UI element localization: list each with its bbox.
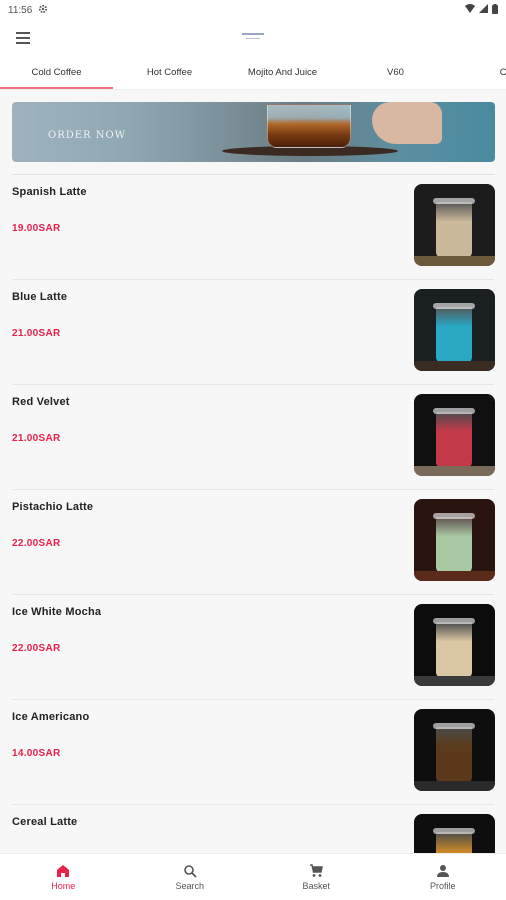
banner-hand-image xyxy=(372,102,442,144)
status-bar: 11:56 xyxy=(0,0,506,20)
battery-icon xyxy=(492,3,498,17)
list-item[interactable]: Blue Latte 21.00SAR xyxy=(12,280,495,385)
item-price: 21.00SAR xyxy=(12,433,61,444)
item-price: 14.00SAR xyxy=(12,748,61,759)
category-tabs: Cold Coffee Hot Coffee Mojito And Juice … xyxy=(0,56,506,90)
order-now-banner[interactable]: ORDER NOW xyxy=(12,102,495,162)
nav-search-label: Search xyxy=(175,880,205,891)
nav-home[interactable]: Home xyxy=(0,854,127,900)
item-name: Pistachio Latte xyxy=(12,501,94,513)
cart-icon xyxy=(310,863,324,877)
item-price: 19.00SAR xyxy=(12,223,61,234)
nav-search[interactable]: Search xyxy=(127,854,254,900)
item-name: Ice Americano xyxy=(12,711,90,723)
brand-logo xyxy=(238,30,268,44)
wifi-icon xyxy=(465,4,475,16)
item-image xyxy=(414,604,495,686)
hamburger-menu-icon[interactable] xyxy=(12,28,34,48)
item-name: Spanish Latte xyxy=(12,186,87,198)
item-name: Blue Latte xyxy=(12,291,68,303)
person-icon xyxy=(436,864,449,877)
item-price: 22.00SAR xyxy=(12,643,61,654)
signal-icon xyxy=(479,4,488,16)
tab-che[interactable]: Che xyxy=(452,56,506,89)
settings-gear-icon xyxy=(38,4,48,17)
item-image xyxy=(414,394,495,476)
banner-text: ORDER NOW xyxy=(48,130,126,141)
item-price: 21.00SAR xyxy=(12,328,61,339)
nav-basket-label: Basket xyxy=(302,880,330,891)
nav-profile[interactable]: Profile xyxy=(380,854,506,900)
list-item[interactable]: Ice Americano 14.00SAR xyxy=(12,700,495,805)
list-item[interactable]: Red Velvet 21.00SAR xyxy=(12,385,495,490)
tab-cold-coffee[interactable]: Cold Coffee xyxy=(0,56,113,89)
banner-cup-image xyxy=(267,104,351,148)
nav-home-label: Home xyxy=(51,880,76,891)
item-name: Ice White Mocha xyxy=(12,606,102,618)
status-time: 11:56 xyxy=(8,4,33,16)
list-item[interactable]: Pistachio Latte 22.00SAR xyxy=(12,490,495,595)
item-name: Cereal Latte xyxy=(12,816,78,828)
app-bar xyxy=(0,20,506,56)
tab-v60[interactable]: V60 xyxy=(339,56,452,89)
item-image xyxy=(414,289,495,371)
item-price: 22.00SAR xyxy=(12,538,61,549)
tab-hot-coffee[interactable]: Hot Coffee xyxy=(113,56,226,89)
item-image xyxy=(414,709,495,791)
item-image xyxy=(414,499,495,581)
home-icon xyxy=(57,864,70,877)
item-name: Red Velvet xyxy=(12,396,70,408)
tab-mojito-and-juice[interactable]: Mojito And Juice xyxy=(226,56,339,89)
search-icon xyxy=(183,864,197,878)
nav-basket[interactable]: Basket xyxy=(253,854,380,900)
list-item[interactable]: Spanish Latte 19.00SAR xyxy=(12,175,495,280)
nav-profile-label: Profile xyxy=(429,880,456,891)
menu-list: Spanish Latte 19.00SAR Blue Latte 21.00S… xyxy=(0,175,506,900)
list-item[interactable]: Ice White Mocha 22.00SAR xyxy=(12,595,495,700)
item-image xyxy=(414,184,495,266)
bottom-navigation: Home Search Basket Profile xyxy=(0,853,506,900)
